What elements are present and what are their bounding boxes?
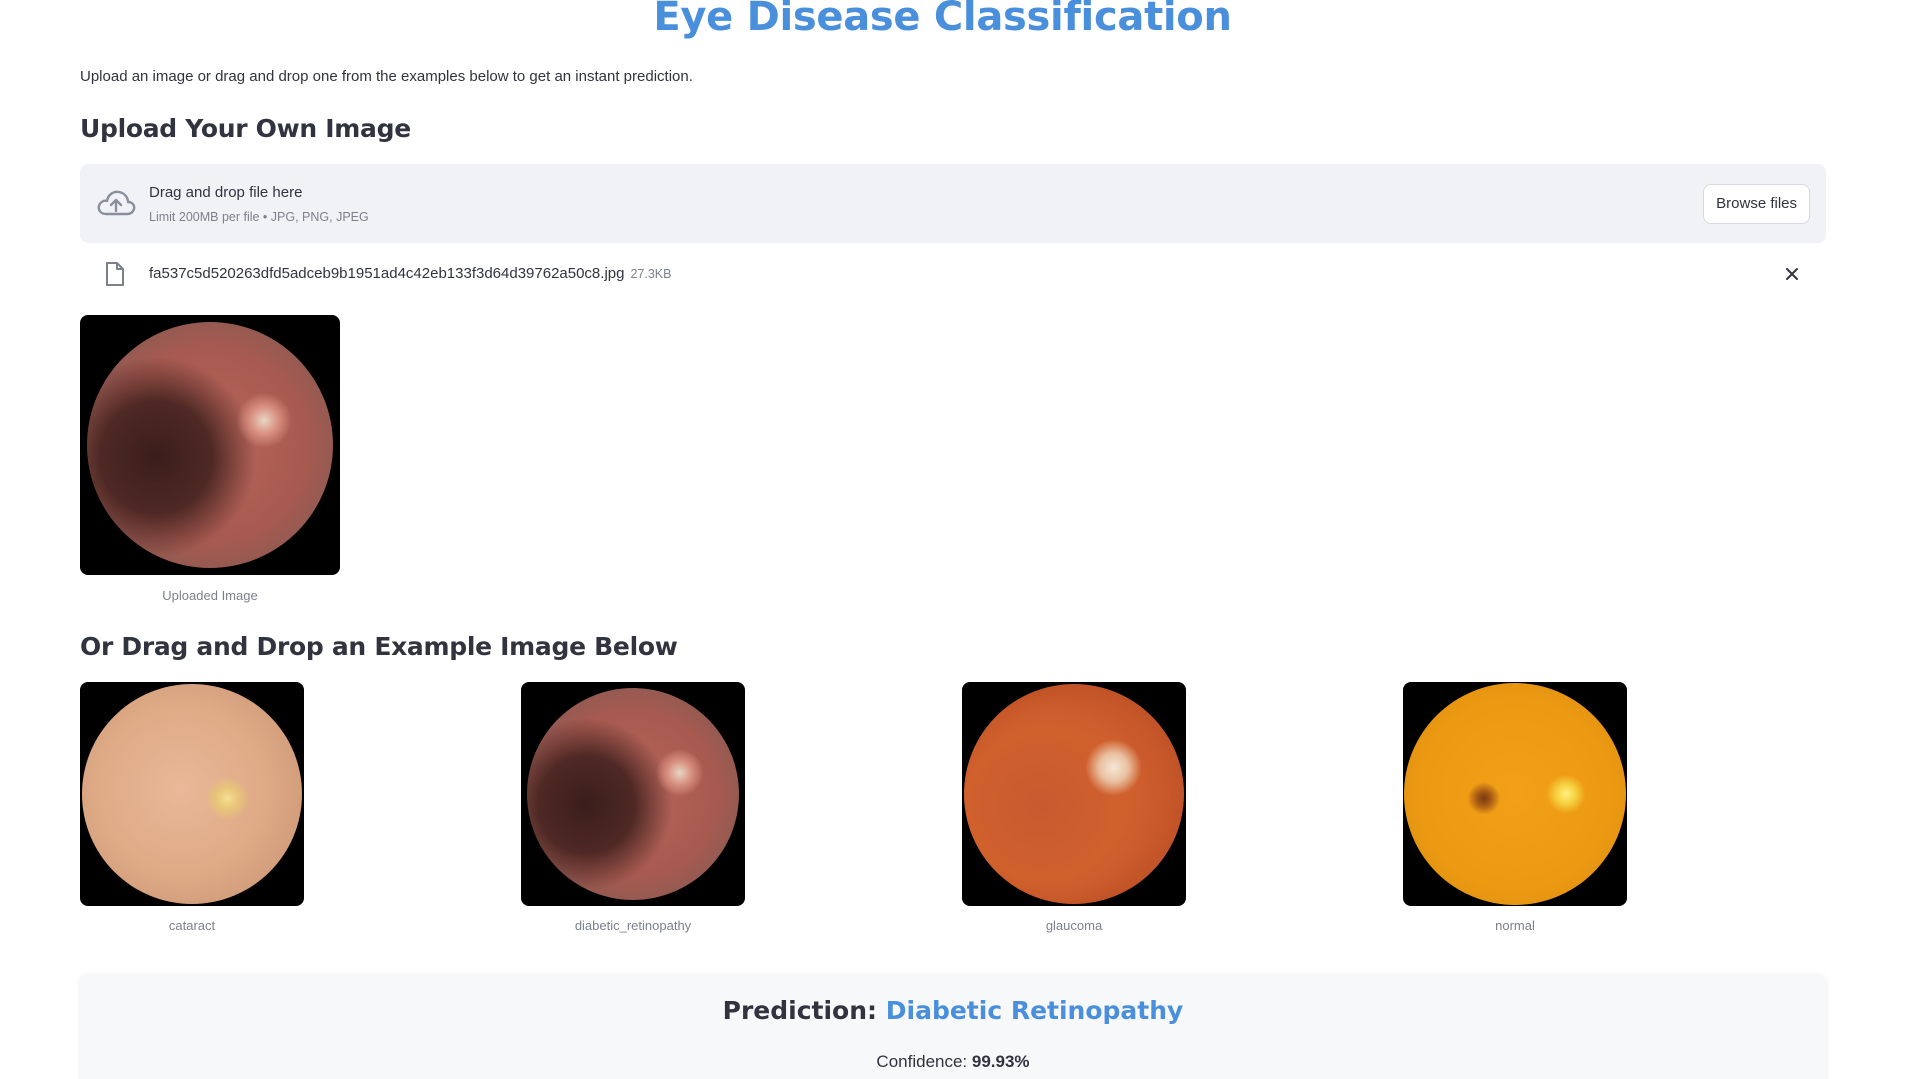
example-image-normal[interactable] bbox=[1403, 682, 1627, 906]
uploaded-image bbox=[80, 315, 340, 575]
cloud-upload-icon bbox=[97, 190, 136, 216]
prediction-line: Prediction: Diabetic Retinopathy bbox=[80, 996, 1826, 1025]
upload-heading: Upload Your Own Image bbox=[80, 114, 411, 143]
confidence-value: 99.93% bbox=[971, 1052, 1030, 1071]
uploaded-image-caption: Uploaded Image bbox=[162, 588, 258, 603]
prediction-label: Prediction: bbox=[722, 996, 878, 1025]
confidence-label: Confidence: bbox=[876, 1052, 968, 1071]
example-caption-cataract: cataract bbox=[168, 918, 216, 933]
example-caption-normal: normal bbox=[1495, 918, 1535, 933]
example-image-diabetic-retinopathy[interactable] bbox=[521, 682, 745, 906]
file-dropzone[interactable]: Drag and drop file here Limit 200MB per … bbox=[80, 164, 1826, 243]
file-size: 27.3KB bbox=[630, 267, 672, 281]
example-image-glaucoma[interactable] bbox=[962, 682, 1186, 906]
file-icon bbox=[106, 262, 124, 286]
example-caption-glaucoma: glaucoma bbox=[1045, 918, 1103, 933]
browse-files-button[interactable]: Browse files bbox=[1703, 184, 1810, 224]
example-image-cataract[interactable] bbox=[80, 682, 304, 906]
dropzone-limits: Limit 200MB per file • JPG, PNG, JPEG bbox=[149, 210, 369, 224]
remove-file-close-icon[interactable] bbox=[1782, 264, 1802, 284]
examples-heading: Or Drag and Drop an Example Image Below bbox=[80, 632, 678, 661]
prediction-value: Diabetic Retinopathy bbox=[885, 996, 1184, 1025]
file-name: fa537c5d520263dfd5adceb9b1951ad4c42eb133… bbox=[149, 265, 625, 282]
example-caption-diabetic-retinopathy: diabetic_retinopathy bbox=[574, 918, 692, 933]
dropzone-instructions: Drag and drop file here bbox=[149, 184, 303, 201]
uploaded-file-row: fa537c5d520263dfd5adceb9b1951ad4c42eb133… bbox=[80, 256, 1826, 292]
page-title: Eye Disease Classification bbox=[653, 0, 1232, 40]
intro-text: Upload an image or drag and drop one fro… bbox=[80, 68, 693, 85]
confidence-line: Confidence: 99.93% bbox=[80, 1052, 1826, 1072]
prediction-result-card: Prediction: Diabetic Retinopathy Confide… bbox=[80, 974, 1826, 1079]
